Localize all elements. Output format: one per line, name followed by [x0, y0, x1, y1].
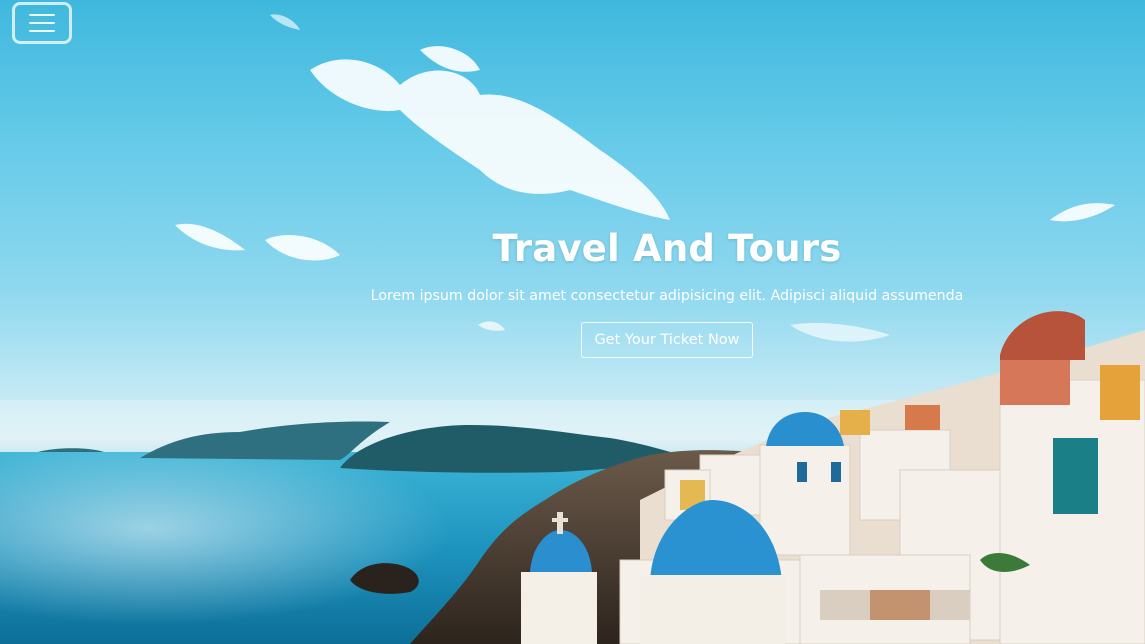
hero-section: Travel And Tours Lorem ipsum dolor sit a… [0, 0, 1145, 644]
get-ticket-button[interactable]: Get Your Ticket Now [581, 322, 753, 358]
hamburger-menu-icon [29, 30, 55, 32]
hero-title: Travel And Tours [492, 227, 842, 270]
hero-content: Travel And Tours Lorem ipsum dolor sit a… [360, 226, 974, 358]
hero-subtitle: Lorem ipsum dolor sit amet consectetur a… [370, 288, 964, 304]
hamburger-menu-icon [29, 22, 55, 24]
menu-toggle-button[interactable] [12, 2, 72, 44]
hamburger-menu-icon [29, 14, 55, 16]
